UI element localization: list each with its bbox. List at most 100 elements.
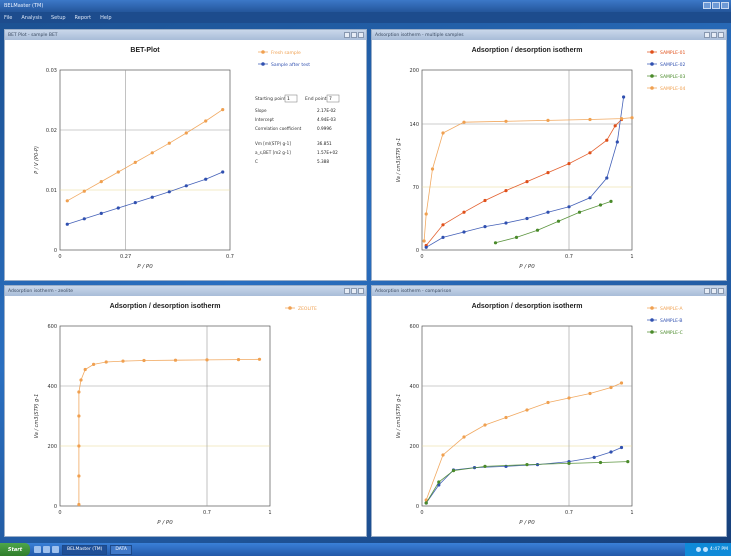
y-tick-label: 140 [409,122,419,128]
start-point-value: 1 [287,96,290,102]
data-point [577,210,582,214]
quick-launch [34,546,59,553]
menu-analysis[interactable]: Analysis [21,15,42,21]
isotherm-window-2[interactable]: Adsorption isotherm - zeolite Adsorption… [4,285,367,537]
data-point [619,381,624,385]
data-point [82,217,86,221]
data-point [236,358,241,362]
data-point [546,118,550,122]
window-title-bar[interactable]: Adsorption isotherm - zeolite [5,286,366,296]
tray-icon[interactable] [695,547,701,552]
y-tick-label: 0.01 [46,188,57,194]
window-title-bar[interactable]: BET Plot - sample BET [5,30,366,40]
maximize-button[interactable] [351,288,357,294]
data-point [588,117,592,122]
fit-param-label: Vm [ml(STP) g-1] [255,141,291,146]
minimize-button[interactable] [703,2,711,9]
menu-setup[interactable]: Setup [51,15,66,21]
y-tick-label: 0 [416,248,419,254]
minimize-button[interactable] [704,32,710,38]
close-button[interactable] [358,32,364,38]
close-button[interactable] [358,288,364,294]
isotherm-window-1[interactable]: Adsorption isotherm - multiple samples A… [371,29,727,281]
data-point [116,170,120,174]
maximize-button[interactable] [711,288,717,294]
maximize-button[interactable] [712,2,720,9]
start-button[interactable]: Start [0,543,30,556]
data-point [77,474,81,478]
menu-file[interactable]: File [4,15,12,21]
legend-label: Fresh sample [271,50,301,56]
quick-launch-icon[interactable] [52,546,59,553]
maximize-button[interactable] [351,32,357,38]
data-point [588,391,592,396]
plot-frame [59,69,231,251]
y-axis-label: Va / cm3(STP) g-1 [34,394,40,439]
close-button[interactable] [718,32,724,38]
menu-report[interactable]: Report [75,15,92,21]
data-point [424,245,428,249]
data-point [150,151,154,155]
data-point [204,119,208,123]
data-point [609,385,613,390]
data-point [598,460,603,465]
minimize-button[interactable] [344,288,350,294]
data-point [462,210,466,214]
taskbar-app-button[interactable]: BELMaster (TM) [62,544,108,555]
x-tick-label: 0 [58,510,61,516]
data-point [104,360,108,364]
tray-icon[interactable] [702,547,708,552]
data-point [221,108,225,112]
close-button[interactable] [718,288,724,294]
taskbar: Start BELMaster (TM) DATA 4:47 PM [0,543,731,556]
data-point [605,176,609,180]
minimize-button[interactable] [704,288,710,294]
menu-help[interactable]: Help [100,15,111,21]
data-point [504,415,508,420]
data-point [567,461,571,465]
fit-param-label: C [255,159,258,164]
data-point [567,396,571,400]
data-point [514,235,519,239]
window-controls [704,288,724,294]
minimize-button[interactable] [344,32,350,38]
plot-frame [59,325,271,507]
data-point [83,367,87,372]
data-point [546,210,550,214]
data-point [598,203,603,207]
quick-launch-icon[interactable] [34,546,41,553]
legend-label: ZEOLITE [298,306,317,312]
y-tick-label: 400 [47,384,57,390]
quick-launch-icon[interactable] [43,546,50,553]
x-tick-label: 0.7 [203,510,211,516]
data-point [173,358,178,362]
close-button[interactable] [721,2,729,9]
data-point [462,435,466,439]
x-axis-label: P / P0 [519,520,535,526]
chart-title: Adsorption / desorption isotherm [110,303,221,310]
maximize-button[interactable] [711,32,717,38]
data-point [483,464,487,468]
legend-label: SAMPLE-04 [660,86,685,92]
fit-param-value: 5.388 [317,159,329,164]
data-point [535,228,540,232]
x-axis-label: P / P0 [519,264,535,270]
data-point [77,390,81,394]
data-point [441,223,445,227]
window-title-bar[interactable]: Adsorption isotherm - comparison [372,286,726,296]
data-point [133,201,137,205]
data-point [430,167,435,171]
fit-param-value: 36.851 [317,141,332,146]
x-tick-label: 0.27 [120,254,131,260]
data-point [567,205,571,209]
menu-bar: File Analysis Setup Report Help [0,12,731,23]
fit-param-label: a_s,BET [m2 g-1] [255,150,291,155]
isotherm-window-3[interactable]: Adsorption isotherm - comparison Adsorpt… [371,285,727,537]
data-point [605,138,609,142]
data-point [142,358,146,363]
legend-label: SAMPLE-B [660,318,683,324]
bet-plot-window[interactable]: BET Plot - sample BET BET-Plot 0 0.01 0.02 0… [4,29,367,281]
window-title-bar[interactable]: Adsorption isotherm - multiple samples [372,30,726,40]
data-point [205,358,209,362]
taskbar-folder-button[interactable]: DATA [110,544,132,555]
